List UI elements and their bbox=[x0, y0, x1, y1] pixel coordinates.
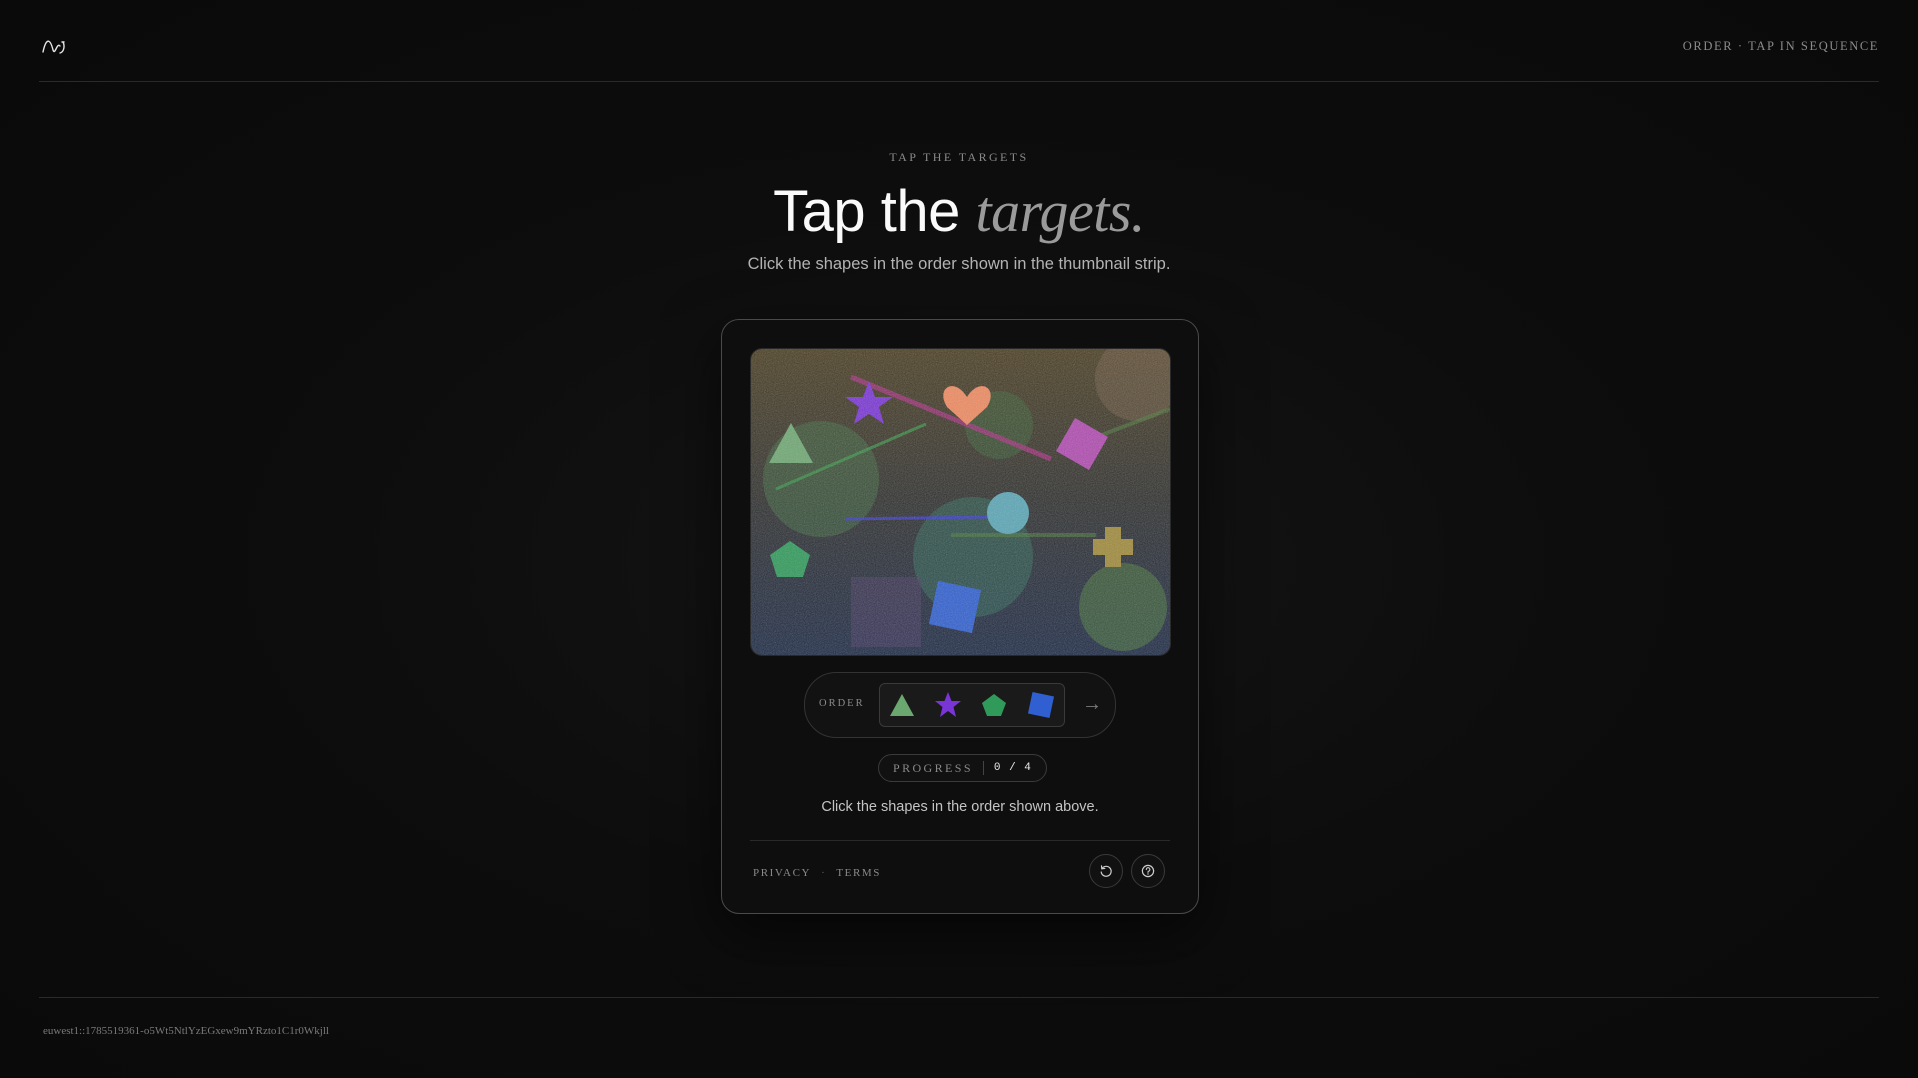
link-separator: · bbox=[821, 867, 827, 879]
progress-label: PROGRESS bbox=[893, 760, 973, 775]
session-id: euwest1::1785519361-o5Wt5NtlYzEGxew9mYRz… bbox=[43, 1025, 329, 1037]
title-plain: Tap the bbox=[773, 179, 976, 244]
terms-link[interactable]: TERMS bbox=[836, 867, 881, 879]
wave-logo-icon[interactable] bbox=[42, 36, 68, 56]
eyebrow: TAP THE TARGETS bbox=[889, 150, 1029, 164]
legal-links: PRIVACY · TERMS bbox=[753, 867, 881, 879]
thumbnail-strip bbox=[879, 683, 1065, 727]
instruction-text: Click the shapes in the order shown abov… bbox=[821, 799, 1099, 815]
order-label: ORDER bbox=[819, 698, 865, 709]
thumb-pentagon-icon bbox=[982, 694, 1006, 716]
refresh-button[interactable] bbox=[1089, 854, 1123, 888]
progress-divider bbox=[982, 761, 984, 775]
thumb-star-icon bbox=[935, 692, 961, 717]
site-header: ORDER · TAP IN SEQUENCE bbox=[39, 0, 1879, 82]
challenge-canvas[interactable] bbox=[750, 348, 1171, 656]
progress-value: 0 / 4 bbox=[993, 762, 1032, 774]
page-subtitle: Click the shapes in the order shown in t… bbox=[747, 255, 1171, 273]
page-title: Tap the targets. bbox=[0, 177, 1918, 247]
help-icon bbox=[1141, 864, 1155, 878]
title-emphasis: targets. bbox=[975, 179, 1145, 244]
privacy-link[interactable]: PRIVACY bbox=[753, 867, 811, 879]
thumb-triangle-icon bbox=[890, 694, 914, 716]
header-mode-label: ORDER · TAP IN SEQUENCE bbox=[1682, 39, 1879, 53]
thumb-square-icon bbox=[1027, 691, 1055, 719]
page-footer: euwest1::1785519361-o5Wt5NtlYzEGxew9mYRz… bbox=[39, 997, 1879, 1037]
next-arrow-button[interactable]: → bbox=[1077, 691, 1107, 719]
progress-indicator: PROGRESS 0 / 4 bbox=[878, 754, 1047, 782]
hero: TAP THE TARGETS Tap the targets. Click t… bbox=[0, 150, 1918, 274]
card-footer: PRIVACY · TERMS bbox=[750, 840, 1170, 913]
order-strip: ORDER → bbox=[804, 672, 1116, 738]
refresh-icon bbox=[1100, 865, 1112, 877]
captcha-card: ORDER → PROGRESS 0 / 4 Click the shapes … bbox=[721, 319, 1199, 914]
help-button[interactable] bbox=[1131, 854, 1165, 888]
